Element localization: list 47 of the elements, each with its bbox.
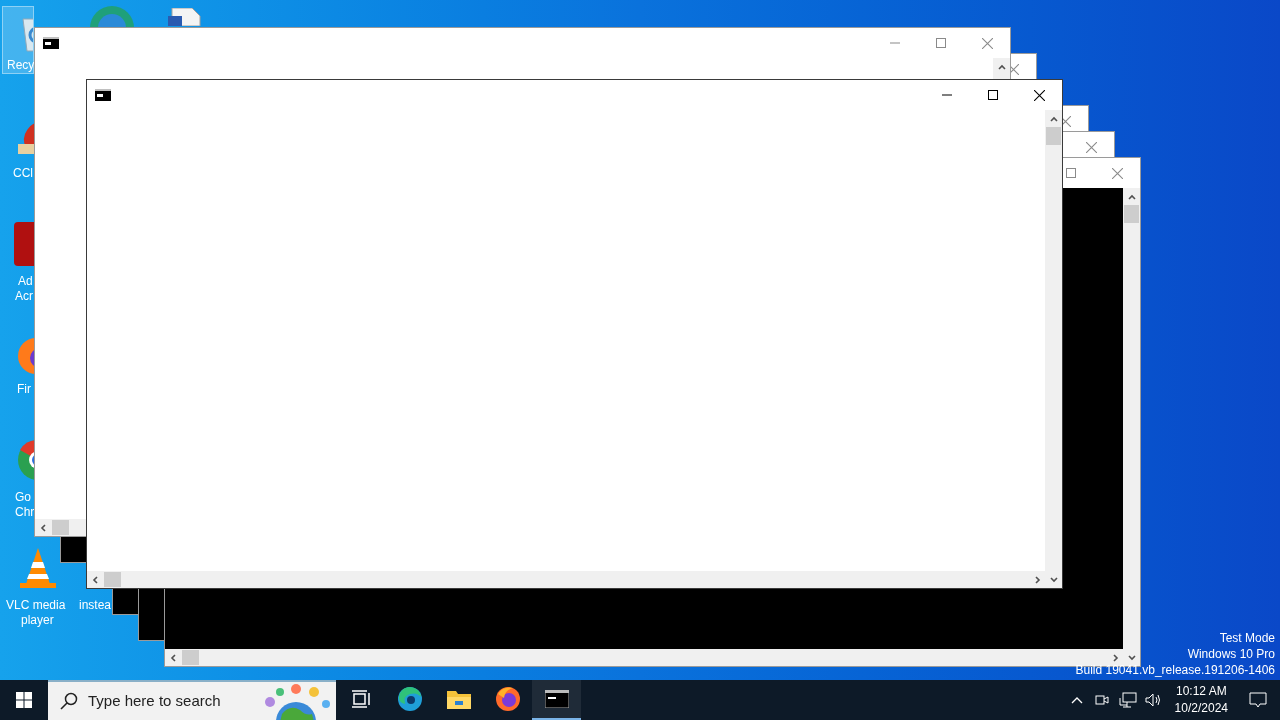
terminal-icon xyxy=(544,690,569,708)
desktop-icon-label: Chr xyxy=(15,505,35,520)
scroll-left-icon[interactable] xyxy=(168,652,179,663)
task-view-icon xyxy=(350,690,371,708)
system-info-text: Test Mode xyxy=(1219,630,1275,646)
chevron-up-icon[interactable] xyxy=(1070,696,1083,704)
desktop-icon-label: Fir xyxy=(17,382,31,397)
browser-icon xyxy=(494,686,521,712)
search-icon xyxy=(60,692,78,710)
notification-icon[interactable] xyxy=(1249,692,1267,708)
document-reader-icon xyxy=(14,222,34,266)
desktop-icon-label: Go xyxy=(15,490,31,505)
clock[interactable]: 10:12 AM 10/2/2024 xyxy=(1166,683,1236,717)
clock-time: 10:12 AM xyxy=(1175,683,1227,700)
desktop-icon-label: instea xyxy=(79,598,112,613)
desktop-icon-label: Ad xyxy=(18,274,33,289)
scroll-thumb[interactable] xyxy=(52,520,69,535)
network-icon[interactable] xyxy=(1118,692,1137,708)
search-input[interactable]: Type here to search xyxy=(88,689,268,713)
desktop-icon-label: CCl xyxy=(13,166,33,181)
system-info-text: Build 19041.vb_release.191206-1406 xyxy=(1075,662,1275,678)
terminal-icon xyxy=(95,89,111,101)
system-info-text: Windows 10 Pro xyxy=(1187,646,1275,662)
desktop-icon-label: Recy xyxy=(7,58,35,73)
scroll-thumb[interactable] xyxy=(104,572,121,587)
volume-icon[interactable] xyxy=(1144,692,1163,708)
browser-icon xyxy=(88,4,136,28)
scroll-thumb[interactable] xyxy=(1046,127,1061,145)
scroll-down-icon[interactable] xyxy=(1126,652,1137,663)
browser-icon xyxy=(396,686,423,712)
scroll-down-icon[interactable] xyxy=(1048,574,1059,585)
maximize-icon[interactable] xyxy=(988,90,998,100)
scroll-thumb[interactable] xyxy=(1124,205,1139,223)
camera-icon[interactable] xyxy=(1093,692,1110,708)
desktop-icon-label: player xyxy=(21,613,54,628)
desktop-icon-label: VLC media xyxy=(6,598,66,613)
close-icon[interactable] xyxy=(1033,89,1045,101)
scroll-left-icon[interactable] xyxy=(38,522,49,533)
folder-icon xyxy=(446,689,471,709)
scroll-left-icon[interactable] xyxy=(90,574,101,585)
desktop-icon-label: Acr xyxy=(15,289,33,304)
taskbar-app-button[interactable] xyxy=(532,680,581,720)
clock-date: 10/2/2024 xyxy=(1174,700,1228,717)
windows-logo-icon xyxy=(16,692,32,708)
terminal-icon xyxy=(43,37,59,49)
search-bar[interactable]: Type here to search xyxy=(48,680,336,720)
scroll-thumb[interactable] xyxy=(182,650,199,665)
